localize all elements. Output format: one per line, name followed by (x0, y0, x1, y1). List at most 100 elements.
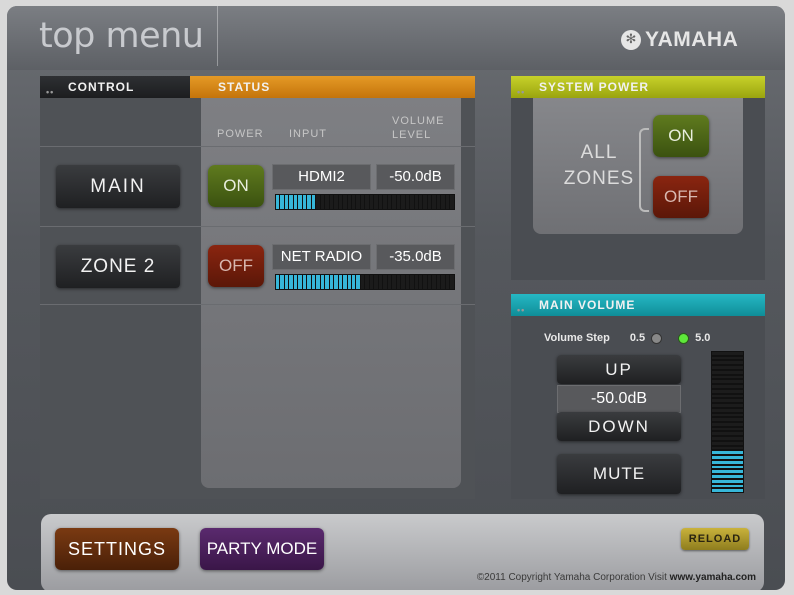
meter-segment (356, 275, 360, 289)
meter-segment (302, 275, 307, 289)
settings-button[interactable]: SETTINGS (55, 528, 179, 570)
meter-segment (410, 195, 414, 209)
control-panel: •• CONTROL STATUS POWER INPUT VOLUME LEV… (40, 76, 475, 499)
meter-segment (334, 195, 338, 209)
main-zone-button[interactable]: MAIN (56, 165, 180, 208)
meter-segment (401, 275, 405, 289)
input-column-header: INPUT (289, 128, 327, 140)
volume-step-label: Volume Step (544, 332, 610, 344)
panel-grip-icon: •• (46, 87, 55, 97)
meter-segment (387, 275, 392, 289)
meter-segment (414, 195, 418, 209)
all-zones-off-button[interactable]: OFF (653, 176, 709, 218)
meter-segment (365, 195, 369, 209)
meter-segment (320, 195, 325, 209)
meter-segment (383, 195, 387, 209)
meter-segment (712, 361, 743, 365)
volume-down-button[interactable]: DOWN (557, 412, 681, 441)
meter-segment (347, 275, 351, 289)
step-radio-5.0[interactable] (678, 332, 690, 344)
meter-segment (343, 275, 347, 289)
step-option-label: 5.0 (695, 332, 711, 344)
row-divider (40, 226, 475, 227)
status-column (201, 98, 461, 488)
meter-segment (414, 275, 418, 289)
zone2-input-field[interactable]: NET RADIO (272, 244, 371, 270)
mute-button[interactable]: MUTE (557, 454, 681, 494)
meter-segment (419, 195, 423, 209)
meter-segment (712, 484, 743, 488)
page-title: top menu (39, 16, 204, 56)
meter-segment (280, 275, 284, 289)
meter-segment (712, 408, 743, 412)
step-option-label: 0.5 (629, 332, 646, 344)
meter-segment (712, 413, 743, 417)
meter-segment (369, 195, 374, 209)
row-divider (40, 304, 475, 305)
header: top menu ✻ YAMAHA (7, 6, 785, 70)
panel-grip-icon: •• (517, 305, 526, 315)
step-radio-0.5[interactable] (651, 332, 663, 344)
meter-segment (712, 375, 743, 379)
meter-segment (712, 385, 743, 388)
main-volume-bar: •• MAIN VOLUME (511, 294, 765, 316)
zone2-zone-button[interactable]: ZONE 2 (56, 245, 180, 288)
panel-grip-icon: •• (517, 87, 526, 97)
meter-segment (378, 195, 383, 209)
meter-segment (712, 479, 743, 483)
meter-segment (441, 195, 445, 209)
meter-segment (712, 470, 743, 474)
meter-segment (369, 275, 374, 289)
meter-segment (325, 275, 329, 289)
meter-segment (712, 366, 743, 369)
meter-segment (351, 195, 356, 209)
main-input-field[interactable]: HDMI2 (272, 164, 371, 190)
meter-segment (293, 195, 298, 209)
meter-segment (284, 195, 289, 209)
meter-segment (276, 195, 280, 209)
zone2-power-off-button[interactable]: OFF (208, 245, 264, 287)
meter-segment (432, 275, 436, 289)
main-power-on-button[interactable]: ON (208, 165, 264, 207)
footer-bar: SETTINGS PARTY MODE RELOAD ©2011 Copyrig… (41, 514, 764, 590)
meter-segment (289, 195, 293, 209)
meter-segment (712, 441, 743, 445)
reload-button[interactable]: RELOAD (681, 528, 749, 550)
header-divider (217, 6, 218, 66)
meter-segment (401, 195, 405, 209)
volume-step: Volume Step 0.5 5.0 (544, 332, 710, 344)
meter-segment (712, 475, 743, 478)
volume-column-header: VOLUME LEVEL (392, 115, 445, 141)
meter-segment (712, 423, 743, 426)
meter-segment (441, 275, 445, 289)
brand-name: YAMAHA (645, 28, 739, 51)
system-power-panel: •• SYSTEM POWER ALL ZONES ON OFF (511, 76, 765, 280)
meter-segment (284, 275, 289, 289)
status-bar: STATUS (190, 76, 475, 98)
meter-segment (450, 195, 454, 209)
meter-segment (302, 195, 307, 209)
meter-segment (712, 489, 743, 493)
system-power-label: SYSTEM POWER (539, 80, 650, 94)
meter-segment (276, 275, 280, 289)
copyright-label: ©2011 Copyright Yamaha Corporation Visit (476, 572, 670, 583)
volume-up-button[interactable]: UP (557, 355, 681, 384)
yamaha-link[interactable]: www.yamaha.com (670, 572, 756, 583)
meter-segment (347, 195, 351, 209)
all-label: ALL (580, 142, 618, 163)
meter-segment (712, 427, 743, 431)
meter-segment (712, 460, 743, 464)
meter-segment (712, 418, 743, 422)
meter-segment (410, 275, 414, 289)
system-power-bar: •• SYSTEM POWER (511, 76, 765, 98)
all-zones-on-button[interactable]: ON (653, 115, 709, 157)
main-volume-meter (275, 194, 455, 210)
meter-segment (712, 446, 743, 450)
meter-segment (392, 275, 396, 289)
meter-segment (712, 352, 743, 355)
meter-segment (307, 195, 311, 209)
meter-segment (712, 380, 743, 384)
meter-segment (378, 275, 383, 289)
party-mode-button[interactable]: PARTY MODE (200, 528, 324, 570)
all-zones-label: ALL ZONES (557, 140, 641, 192)
